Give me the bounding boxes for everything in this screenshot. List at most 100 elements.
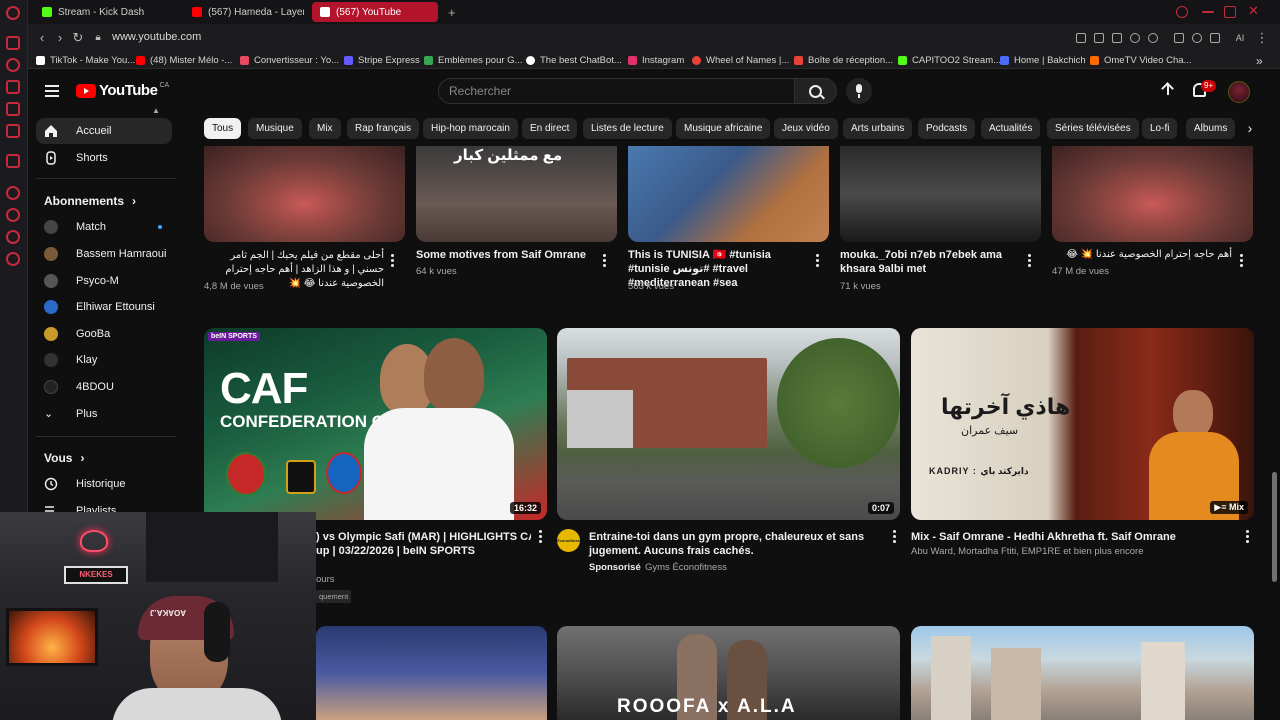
advertiser-name[interactable]: Gyms Éconofitness xyxy=(645,561,727,574)
menu-dots-icon[interactable]: ⋮ xyxy=(1254,30,1270,46)
voice-search-button[interactable] xyxy=(846,78,872,104)
wallet-icon[interactable] xyxy=(6,230,20,244)
kebab-menu-icon[interactable] xyxy=(1028,254,1031,267)
video-thumbnail[interactable]: ROOOFA x A.L.A xyxy=(557,626,900,720)
maximize-icon[interactable] xyxy=(1224,6,1236,18)
kebab-menu-icon[interactable] xyxy=(391,254,394,267)
tab-kick-dashboard[interactable]: Stream - Kick Dashboard xyxy=(34,2,144,22)
search-input[interactable]: Rechercher xyxy=(438,78,795,104)
bookmark-bakchich[interactable]: Home | Bakchich xyxy=(1000,54,1086,67)
subscriptions-heading[interactable]: Abonnements › xyxy=(44,194,136,208)
kebab-menu-icon[interactable] xyxy=(1246,530,1249,543)
bookmark-wheel-of-names[interactable]: Wheel of Names |... xyxy=(692,54,789,67)
extensions-icon[interactable] xyxy=(1174,33,1184,43)
video-thumbnail[interactable]: beIN SPORTS CAF CONFEDERATION CUP 16:32 xyxy=(204,328,547,520)
close-icon[interactable]: ✕ xyxy=(1248,4,1260,17)
bookmark-mister-melo[interactable]: (48) Mister Mélo -... xyxy=(136,54,232,67)
youtube-logo[interactable]: YouTube CA xyxy=(76,82,169,99)
chip-rap-francais[interactable]: Rap français xyxy=(347,118,420,139)
account-avatar[interactable] xyxy=(1228,81,1250,103)
kebab-menu-icon[interactable] xyxy=(603,254,606,267)
sidebar-item-bassem-hamraoui[interactable]: Bassem Hamraoui xyxy=(36,241,172,267)
youtube-panel-icon[interactable] xyxy=(6,124,20,138)
sidebar-item-more[interactable]: ⌄ Plus xyxy=(36,401,172,427)
chip-actualites[interactable]: Actualités xyxy=(981,118,1041,139)
chip-albums[interactable]: Albums xyxy=(1186,118,1236,139)
bookmark-inbox[interactable]: Boîte de réception... xyxy=(794,54,893,67)
back-button[interactable]: ‹ xyxy=(34,30,50,46)
chip-arts-urbains[interactable]: Arts urbains xyxy=(843,118,913,139)
sidebar-item-match[interactable]: Match xyxy=(36,214,172,240)
video-thumbnail[interactable] xyxy=(204,146,405,242)
bookmark-tiktok[interactable]: TikTok - Make You... xyxy=(36,54,135,67)
sidebar-item-klay[interactable]: Klay xyxy=(36,347,172,373)
chip-lo-fi[interactable]: Lo-fi xyxy=(1142,118,1178,139)
chip-en-direct[interactable]: En direct xyxy=(522,118,578,139)
search-button[interactable] xyxy=(795,78,837,104)
history-icon[interactable] xyxy=(6,58,20,72)
video-title[interactable]: mouka._7obi n7eb n7ebek ama khsara 9albi… xyxy=(840,248,1020,276)
bookmark-chatbot[interactable]: The best ChatBot... xyxy=(526,54,622,67)
bookmark-ometv[interactable]: OmeTV Video Cha... xyxy=(1090,54,1191,67)
video-thumbnail[interactable] xyxy=(911,626,1254,720)
bookmark-capitoo2[interactable]: CAPITOO2 Stream... xyxy=(898,54,1001,67)
bookmarks-icon[interactable] xyxy=(6,80,20,94)
heart-icon[interactable] xyxy=(1148,33,1158,43)
chip-jeux-video[interactable]: Jeux vidéo xyxy=(774,118,838,139)
chip-musique[interactable]: Musique xyxy=(248,118,302,139)
create-upload-icon[interactable] xyxy=(1162,83,1174,99)
video-thumbnail[interactable]: مع ممثلين كبار xyxy=(416,146,617,242)
sidebar-scroll-up-icon[interactable]: ▲ xyxy=(152,106,160,115)
video-title[interactable]: Some motives from Saif Omrane xyxy=(416,248,596,262)
opera-logo-icon[interactable] xyxy=(6,6,20,20)
snapshot-icon[interactable] xyxy=(1112,33,1122,43)
kebab-menu-icon[interactable] xyxy=(1240,254,1243,267)
advertiser-avatar[interactable]: Éconofitness xyxy=(557,529,580,552)
video-thumbnail[interactable] xyxy=(316,626,547,720)
minimize-icon[interactable] xyxy=(1202,11,1214,13)
chip-musique-africaine[interactable]: Musique africaine xyxy=(676,118,771,139)
forward-button[interactable]: › xyxy=(52,30,68,46)
settings-icon[interactable] xyxy=(6,252,20,266)
workspace-icon[interactable] xyxy=(6,36,20,50)
sidebar-item-home[interactable]: Accueil xyxy=(36,118,172,144)
messenger-icon[interactable] xyxy=(6,102,20,116)
video-title[interactable]: أهم حاجه إحترام الخصوصية عندنا 💥 😂 xyxy=(1052,248,1232,262)
bookmark-stripe[interactable]: Stripe Express xyxy=(344,54,420,67)
kebab-menu-icon[interactable] xyxy=(816,254,819,267)
clock-icon[interactable] xyxy=(6,208,20,222)
bookmark-instagram[interactable]: Instagram xyxy=(628,54,684,67)
chip-mix[interactable]: Mix xyxy=(309,118,341,139)
video-thumbnail[interactable]: 0:07 xyxy=(557,328,900,520)
new-tab-button[interactable]: + xyxy=(440,2,456,22)
video-thumbnail[interactable] xyxy=(1052,146,1253,242)
hamburger-menu-icon[interactable] xyxy=(45,85,59,97)
lock-icon[interactable]: 🔒︎ xyxy=(90,30,106,46)
you-heading[interactable]: Vous › xyxy=(44,451,84,465)
player-icon[interactable] xyxy=(1130,33,1140,43)
video-title[interactable]: ) vs Olympic Safi (MAR) | HIGHLIGHTS CAF xyxy=(316,530,531,544)
url-field[interactable]: www.youtube.com xyxy=(112,31,201,43)
sidebar-item-history[interactable]: Historique xyxy=(36,471,172,497)
chip-tous[interactable]: Tous xyxy=(204,118,242,139)
tab-youtube[interactable]: (567) YouTube xyxy=(312,2,438,22)
video-thumbnail[interactable] xyxy=(628,146,829,242)
bookmark-page-icon[interactable] xyxy=(1076,33,1086,43)
sidebar-item-gooba[interactable]: GooBa xyxy=(36,321,172,347)
kebab-menu-icon[interactable] xyxy=(539,530,542,543)
chip-hip-hop-marocain[interactable]: Hip-hop marocain xyxy=(423,118,518,139)
reload-button[interactable]: ↻ xyxy=(70,30,86,46)
ad-title[interactable]: Entraine-toi dans un gym propre, chaleur… xyxy=(589,530,879,558)
sidebar-item-elhiwar-ettounsi[interactable]: Elhiwar Ettounsi xyxy=(36,294,172,320)
video-title[interactable]: Mix - Saif Omrane - Hedhi Akhretha ft. S… xyxy=(911,530,1231,544)
ai-button[interactable]: AI xyxy=(1228,30,1252,46)
bookmark-convertisseur[interactable]: Convertisseur : Yo... xyxy=(240,54,339,67)
download-icon[interactable] xyxy=(1210,33,1220,43)
chevron-right-icon[interactable]: › xyxy=(1240,118,1260,138)
screenshot-icon[interactable] xyxy=(1094,33,1104,43)
search-tabs-icon[interactable] xyxy=(1176,6,1188,18)
sidebar-item-4bdou[interactable]: 4BDOU xyxy=(36,374,172,400)
sidebar-item-psyco-m[interactable]: Psyco-M xyxy=(36,268,172,294)
video-thumbnail[interactable] xyxy=(840,146,1041,242)
bookmark-emblemes[interactable]: Emblèmes pour G... xyxy=(424,54,522,67)
